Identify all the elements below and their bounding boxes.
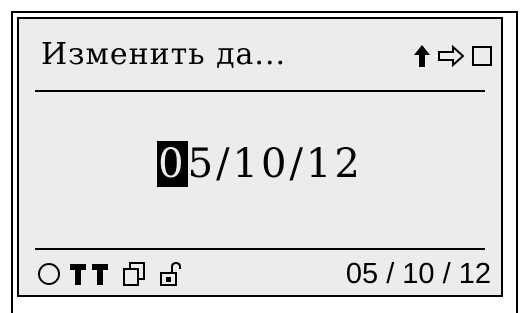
header-divider bbox=[35, 90, 485, 92]
page-title: Изменить да... bbox=[41, 37, 287, 72]
status-bar: 05 / 10 / 12 bbox=[19, 251, 501, 295]
date-rest: 5/10/12 bbox=[187, 141, 363, 187]
right-arrow-icon[interactable] bbox=[437, 45, 465, 67]
up-arrow-icon[interactable] bbox=[413, 44, 431, 68]
status-divider bbox=[35, 248, 485, 250]
copy-icon bbox=[121, 261, 147, 287]
screen-header: Изменить да... bbox=[19, 19, 501, 91]
status-date: 05 / 10 / 12 bbox=[345, 258, 491, 290]
cursor-digit[interactable]: 0 bbox=[157, 141, 188, 187]
unlock-icon bbox=[159, 261, 185, 287]
square-icon[interactable] bbox=[471, 45, 493, 67]
nav-icons bbox=[413, 41, 493, 71]
lcd-screen: Изменить да... 05/10/12 05 / 10 / 12 bbox=[17, 17, 503, 297]
antenna-icon bbox=[69, 262, 87, 286]
circle-icon bbox=[37, 262, 61, 286]
antenna-icon bbox=[91, 262, 109, 286]
status-icons bbox=[37, 261, 185, 287]
date-editor[interactable]: 05/10/12 bbox=[19, 141, 501, 187]
